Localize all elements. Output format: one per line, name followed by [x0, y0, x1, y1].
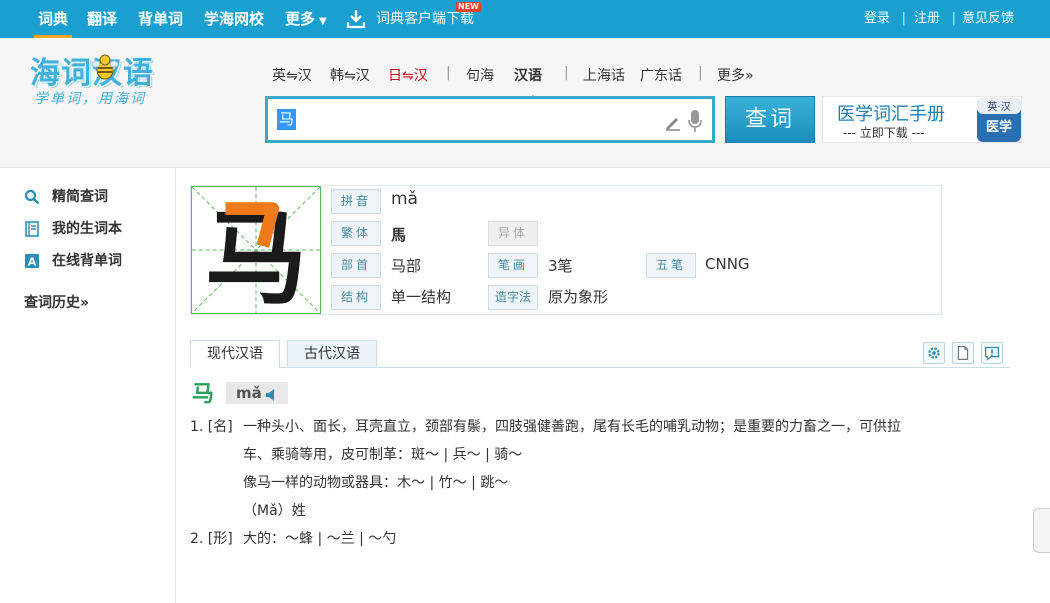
- tab-sentence-sea[interactable]: 句海: [466, 65, 494, 85]
- book-line-2: 医学: [986, 119, 1012, 135]
- traditional-label: 繁体: [331, 221, 381, 246]
- sidebar: 精简查词 我的生词本 A 在线背单词 查词历史»: [0, 168, 176, 603]
- top-nav: 词典 翻译 背单词 学海网校 更多 ▼ 词典客户端下载 NEW 登录 | 注册 |…: [0, 0, 1050, 38]
- tab-korean-chinese[interactable]: 韩⇋汉: [330, 65, 370, 85]
- sense-number: 1. [名]: [190, 419, 233, 435]
- register-link[interactable]: 注册: [914, 0, 940, 38]
- radical-label: 部首: [331, 253, 381, 278]
- structure-value: 单一结构: [391, 288, 452, 306]
- tab-separator: |: [564, 65, 569, 81]
- headword-pinyin: mǎ: [226, 382, 288, 404]
- sense-number: 2. [形]: [190, 531, 233, 547]
- headword-character: 马: [192, 382, 215, 407]
- variant-label: 异体: [488, 221, 538, 246]
- tab-modern-chinese[interactable]: 现代汉语: [190, 340, 280, 368]
- medical-handbook-promo[interactable]: 医学词汇手册 --- 立即下载 --- 英·汉 医学: [822, 96, 1022, 143]
- feedback-link[interactable]: 意见反馈: [962, 0, 1014, 38]
- sense-line: 车、乘骑等用，皮可制革：斑～ | 兵～ | 骑～: [243, 447, 523, 463]
- link-separator: |: [901, 11, 906, 26]
- svg-text:A: A: [28, 256, 37, 269]
- search-input-selected-text: 马: [277, 109, 297, 130]
- wubi-label: 五笔: [646, 253, 696, 278]
- traditional-value: 馬: [391, 226, 407, 244]
- microphone-icon[interactable]: [687, 109, 703, 133]
- nav-online-school[interactable]: 学海网校: [204, 0, 264, 38]
- new-badge: NEW: [456, 2, 481, 12]
- search-history-link[interactable]: 查词历史»: [24, 292, 89, 312]
- sense-line: 一种头小、面长，耳壳直立，颈部有鬃，四肢强健善跑，尾有长毛的哺乳动物；是重要的力…: [243, 419, 901, 435]
- search-input[interactable]: [274, 107, 654, 133]
- book-line-1: 英·汉: [987, 100, 1010, 113]
- logo-slogan: 学单词，用海词: [34, 91, 146, 107]
- wubi-value: CNNG: [705, 255, 750, 273]
- notebook-icon: [25, 221, 39, 237]
- tab-separator: |: [698, 65, 703, 81]
- download-icon: [346, 10, 366, 29]
- pinyin-label: 拼音: [331, 189, 381, 214]
- strokes-value: 3笔: [548, 257, 573, 275]
- search-box: 马: [265, 96, 715, 143]
- definition-tabs: 现代汉语 古代汉语: [190, 340, 1010, 368]
- sidebar-item-label: 我的生词本: [52, 221, 122, 237]
- flashcard-icon: A: [25, 254, 39, 269]
- nav-dictionary[interactable]: 词典: [33, 0, 73, 38]
- radical-value: 马部: [391, 257, 422, 275]
- tab-japanese-chinese[interactable]: 日⇋汉: [388, 65, 428, 85]
- tab-shanghainese[interactable]: 上海话: [583, 65, 625, 85]
- sidebar-item-label: 在线背单词: [52, 253, 122, 269]
- search-button[interactable]: 查词: [725, 96, 815, 143]
- report-error-icon[interactable]: [981, 342, 1003, 364]
- promo-download-link: --- 立即下载 ---: [843, 126, 925, 140]
- structure-label: 结构: [331, 285, 381, 310]
- strokes-label: 笔画: [488, 253, 538, 278]
- pinyin-value: mǎ: [391, 189, 418, 209]
- promo-title: 医学词汇手册: [837, 104, 945, 125]
- character-stroke-grid: 马: [191, 186, 321, 314]
- search-icon: [24, 189, 40, 205]
- speaker-icon[interactable]: [265, 388, 277, 402]
- tab-more[interactable]: 更多»: [717, 65, 754, 85]
- sidebar-item-label: 精简查词: [52, 189, 108, 205]
- tab-classical-chinese[interactable]: 古代汉语: [287, 340, 377, 368]
- link-separator: |: [951, 11, 956, 26]
- sense-line: 像马一样的动物或器具：木～ | 竹～ | 跳～: [243, 475, 509, 491]
- nav-more-label: 更多: [285, 10, 316, 28]
- nav-translate[interactable]: 翻译: [87, 0, 117, 38]
- tab-separator: |: [446, 65, 451, 81]
- login-link[interactable]: 登录: [864, 0, 890, 38]
- character-glyph: 马: [205, 198, 307, 314]
- medical-book-icon: 英·汉 医学: [977, 98, 1021, 142]
- sense-line: （Mǎ）姓: [243, 503, 306, 519]
- tab-cantonese[interactable]: 广东话: [640, 65, 682, 85]
- sense-line: 大的：～蜂 | ～兰 | ～勺: [243, 531, 397, 547]
- nav-vocabulary[interactable]: 背单词: [138, 0, 183, 38]
- floating-side-tab[interactable]: [1033, 508, 1050, 553]
- formation-label: 造字法: [488, 285, 538, 310]
- document-icon[interactable]: [952, 342, 974, 364]
- tab-english-chinese[interactable]: 英⇋汉: [272, 65, 312, 85]
- character-info-card: 马 拼音 mǎ 繁体 馬 异体 部首 马部 笔画 3笔 五笔 CNNG 结构 单…: [190, 185, 942, 315]
- chevron-down-icon: ▼: [319, 16, 327, 27]
- formation-value: 原为象形: [548, 288, 609, 306]
- tab-chinese[interactable]: 汉语: [514, 65, 542, 85]
- settings-icon[interactable]: [923, 342, 945, 364]
- bee-mascot-icon: [91, 54, 119, 80]
- logo[interactable]: 海词汉语 学单词，用海词: [28, 48, 173, 110]
- handwriting-pen-icon[interactable]: [664, 113, 682, 131]
- nav-more[interactable]: 更多 ▼: [285, 0, 327, 38]
